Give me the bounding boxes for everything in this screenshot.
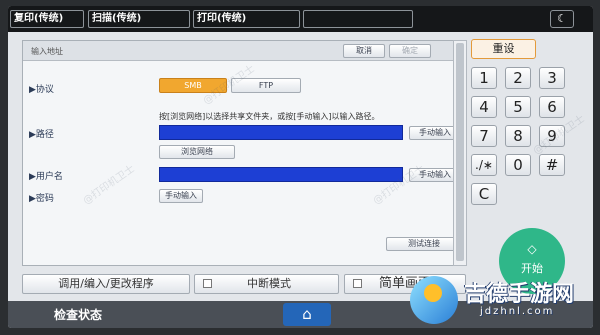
key-5[interactable]: 5 [505, 96, 531, 118]
key-0[interactable]: 0 [505, 154, 531, 176]
key-3[interactable]: 3 [539, 67, 565, 89]
key-8[interactable]: 8 [505, 125, 531, 147]
tab-scan[interactable]: 扫描(传统) [88, 10, 190, 28]
test-connection-button[interactable]: 测试连接 [386, 237, 462, 251]
cancel-button[interactable]: 取消 [343, 44, 385, 58]
program-button[interactable]: 调用/编入/更改程序 [22, 274, 190, 294]
diamond-start-icon: ◇ [527, 242, 537, 256]
password-manual-input-button[interactable]: 手动输入 [159, 189, 203, 203]
tab-empty[interactable] [303, 10, 413, 28]
key-2[interactable]: 2 [505, 67, 531, 89]
check-status-button[interactable]: 检查状态 [54, 306, 102, 323]
protocol-label: ▶协议 [29, 85, 54, 95]
key-dot-star[interactable]: ./∗ [471, 154, 497, 176]
interrupt-checkbox [203, 279, 212, 288]
interrupt-mode-button[interactable]: 中断模式 [194, 274, 339, 294]
key-6[interactable]: 6 [539, 96, 565, 118]
crescent-moon-icon[interactable]: ☾ [550, 10, 574, 28]
protocol-ftp-button[interactable]: FTP [231, 78, 301, 93]
brand-name: 吉德手游网 [464, 282, 575, 307]
key-9[interactable]: 9 [539, 125, 565, 147]
dialog-scrollbar[interactable] [453, 40, 467, 266]
simple-screen-checkbox [353, 279, 362, 288]
password-label: ▶密码 [29, 194, 54, 204]
reset-button[interactable]: 重设 [471, 39, 536, 59]
protocol-smb-button[interactable]: SMB [159, 78, 227, 93]
key-1[interactable]: 1 [471, 67, 497, 89]
browse-network-button[interactable]: 浏览网络 [159, 145, 235, 159]
sun-icon [424, 284, 442, 302]
username-field[interactable] [159, 167, 403, 182]
tab-print[interactable]: 打印(传统) [193, 10, 300, 28]
key-hash[interactable]: # [539, 154, 565, 176]
tab-copy[interactable]: 复印(传统) [10, 10, 84, 28]
scrollbar-thumb[interactable] [456, 43, 464, 261]
brand-url: jdzhnl.com [480, 306, 555, 317]
path-label: ▶路径 [29, 130, 54, 140]
address-input-dialog: 输入地址 取消 确定 ▶协议 SMB FTP 按[浏览网络]以选择共享文件夹，或… [22, 40, 466, 266]
confirm-button[interactable]: 确定 [389, 44, 431, 58]
key-7[interactable]: 7 [471, 125, 497, 147]
key-clear[interactable]: C [471, 183, 497, 205]
home-icon[interactable]: ⌂ [283, 303, 331, 326]
interrupt-label: 中断模式 [247, 277, 291, 290]
top-tab-bar: 复印(传统) 扫描(传统) 打印(传统) ☾ [8, 6, 593, 32]
username-label: ▶用户名 [29, 172, 63, 182]
dialog-title: 输入地址 [31, 47, 63, 56]
path-field[interactable] [159, 125, 403, 140]
dialog-header: 输入地址 取消 确定 [23, 41, 465, 61]
path-hint-text: 按[浏览网络]以选择共享文件夹，或按[手动输入]以输入路径。 [159, 112, 380, 121]
key-4[interactable]: 4 [471, 96, 497, 118]
brand-watermark-logo: 吉德手游网 jdzhnl.com [408, 270, 598, 330]
